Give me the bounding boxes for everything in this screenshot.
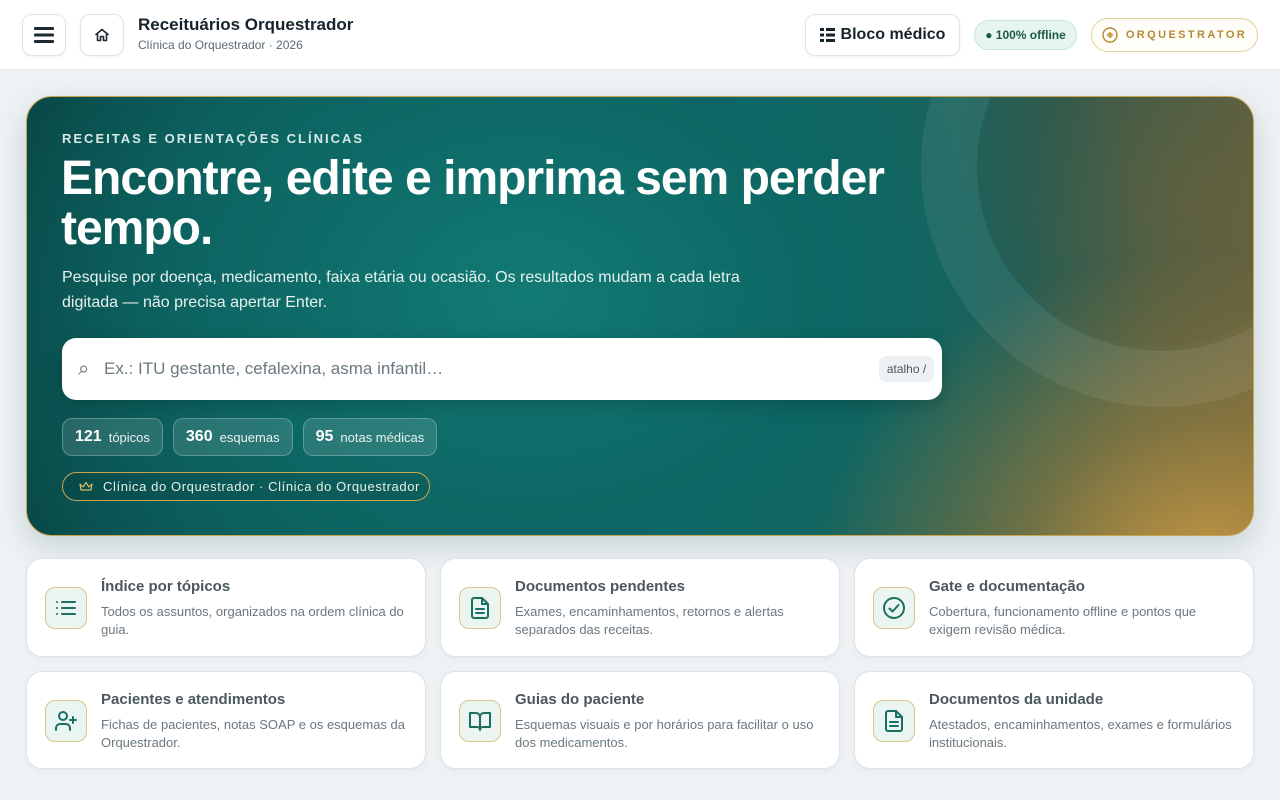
brand-badge[interactable]: ORQUESTRATOR <box>1091 18 1258 52</box>
card-icon-box <box>459 587 501 629</box>
stat-value: 360 <box>185 428 213 445</box>
check-circle-icon <box>883 597 905 619</box>
clinic-pill: Clínica do Orquestrador · Clínica do Orq… <box>62 472 430 501</box>
card-icon-box <box>873 587 915 629</box>
card-title: Índice por tópicos <box>101 578 231 595</box>
search-shortcut-hint: atalho / <box>879 356 934 382</box>
document-icon <box>471 597 489 619</box>
home-icon <box>95 28 109 42</box>
card-indice-topicos[interactable]: Índice por tópicos Todos os assuntos, or… <box>26 558 426 657</box>
bloco-medico-label: Bloco médico <box>840 26 946 43</box>
crown-icon <box>79 481 93 491</box>
search-input[interactable] <box>104 352 864 386</box>
app-header: Receituários Orquestrador Clínica do Orq… <box>0 0 1280 70</box>
card-title: Documentos da unidade <box>929 691 1104 708</box>
menu-button[interactable] <box>22 14 66 56</box>
card-title: Gate e documentação <box>929 578 1085 595</box>
hero-kicker: RECEITAS E ORIENTAÇÕES CLÍNICAS <box>62 131 365 146</box>
home-button[interactable] <box>80 14 124 56</box>
card-description: Cobertura, funcionamento offline e ponto… <box>929 604 1197 637</box>
search-icon: ⌕ <box>78 358 90 380</box>
card-icon-box <box>45 700 87 742</box>
card-gate-documentacao[interactable]: Gate e documentação Cobertura, funcionam… <box>854 558 1254 657</box>
card-title: Documentos pendentes <box>515 578 686 595</box>
stat-label: esquemas <box>219 429 280 445</box>
card-title: Pacientes e atendimentos <box>101 691 286 708</box>
bloco-medico-button[interactable]: Bloco médico <box>805 14 960 56</box>
stat-notas-medicas: 95 notas médicas <box>302 418 438 456</box>
app-title: Receituários Orquestrador <box>138 15 354 34</box>
card-guias-paciente[interactable]: Guias do paciente Esquemas visuais e por… <box>440 671 840 769</box>
hero-decoration-ring <box>921 97 1253 407</box>
brand-label: ORQUESTRATOR <box>1125 29 1248 41</box>
card-title: Guias do paciente <box>515 691 645 708</box>
stat-value: 95 <box>315 428 334 445</box>
brand-logo-icon <box>1102 27 1118 43</box>
stat-value: 121 <box>75 428 102 445</box>
offline-status-badge: ● 100% offline <box>974 20 1077 50</box>
card-icon-box <box>873 700 915 742</box>
list-icon <box>56 601 76 615</box>
hero-title: Encontre, edite e imprima sem perder tem… <box>61 152 885 255</box>
app-subtitle: Clínica do Orquestrador · 2026 <box>138 38 303 52</box>
book-icon <box>469 712 491 731</box>
search-bar: ⌕ atalho / <box>62 338 942 400</box>
card-description: Esquemas visuais e por horários para fac… <box>515 717 814 750</box>
stat-label: notas médicas <box>340 429 425 445</box>
document-icon <box>885 710 903 732</box>
card-documentos-pendentes[interactable]: Documentos pendentes Exames, encaminhame… <box>440 558 840 657</box>
card-description: Exames, encaminhamentos, retornos e aler… <box>515 604 784 637</box>
hamburger-icon <box>34 27 54 43</box>
hero-description: Pesquise por doença, medicamento, faixa … <box>62 269 740 311</box>
card-documentos-unidade[interactable]: Documentos da unidade Atestados, encamin… <box>854 671 1254 769</box>
stat-label: tópicos <box>108 429 150 445</box>
grid-list-icon <box>819 28 835 42</box>
clinic-pill-label: Clínica do Orquestrador · Clínica do Orq… <box>103 479 420 494</box>
stat-topicos: 121 tópicos <box>62 418 163 456</box>
stat-esquemas: 360 esquemas <box>172 418 293 456</box>
hero-panel: RECEITAS E ORIENTAÇÕES CLÍNICAS Encontre… <box>26 96 1254 536</box>
card-description: Atestados, encaminhamentos, exames e for… <box>929 717 1232 750</box>
card-description: Fichas de pacientes, notas SOAP e os esq… <box>101 717 405 750</box>
card-icon-box <box>45 587 87 629</box>
card-description: Todos os assuntos, organizados na ordem … <box>101 604 404 637</box>
card-pacientes-atendimentos[interactable]: Pacientes e atendimentos Fichas de pacie… <box>26 671 426 769</box>
user-plus-icon <box>55 711 77 731</box>
stats-row: 121 tópicos 360 esquemas 95 notas médica… <box>62 418 438 456</box>
card-icon-box <box>459 700 501 742</box>
